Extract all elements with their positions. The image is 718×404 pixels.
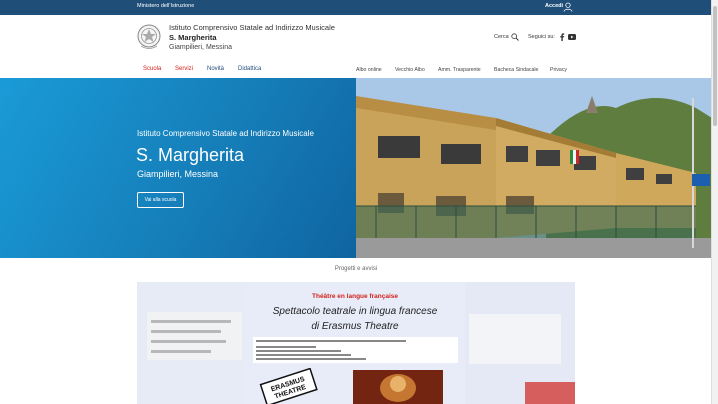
main-navigation: Scuola Servizi Novità Didattica Albo onl… <box>0 63 712 79</box>
site-header: Istituto Comprensivo Statale ad Indirizz… <box>0 15 712 63</box>
info-text-line <box>256 354 351 356</box>
facebook-icon[interactable] <box>559 33 565 41</box>
projects-section-title: Progetti e avvisi <box>334 266 378 272</box>
hero-city: Giampilieri, Messina <box>137 169 219 179</box>
search-label[interactable]: Cerca <box>494 34 509 40</box>
nav-item-didattica[interactable]: Didattica <box>238 66 261 72</box>
nav-item-novita[interactable]: Novità <box>207 66 224 72</box>
info-text-line <box>256 358 366 360</box>
projects-carousel-card[interactable]: Théâtre en langue française Spettacolo t… <box>137 282 575 404</box>
page-scrollbar[interactable] <box>711 0 718 404</box>
poster-title: Théâtre en langue française <box>312 293 398 300</box>
nav-link-albo-online[interactable]: Albo online <box>356 67 382 73</box>
follow-us-label: Seguici su: <box>528 34 555 40</box>
nav-item-scuola[interactable]: Scuola <box>143 66 161 72</box>
hero-school-name: S. Margherita <box>136 145 245 165</box>
top-bar: Ministero dell'Istruzione Accedi <box>0 0 712 15</box>
theatre-event-poster[interactable]: Théâtre en langue française Spettacolo t… <box>245 282 465 404</box>
info-text-line <box>256 346 316 348</box>
school-photo-image <box>356 78 712 258</box>
school-name[interactable]: S. Margherita <box>169 33 217 42</box>
user-icon[interactable] <box>563 2 573 12</box>
play-poster-image <box>353 370 443 404</box>
login-link[interactable]: Accedi <box>545 3 563 9</box>
go-to-school-button[interactable]: Vai alla scuola <box>137 192 184 208</box>
school-building-photo <box>356 78 712 258</box>
search-icon[interactable] <box>511 33 519 41</box>
hero-banner: Istituto Comprensivo Statale ad Indirizz… <box>0 78 712 258</box>
nav-item-label: Novità <box>207 66 225 72</box>
poster-info-box <box>253 337 458 363</box>
blurred-poster-left <box>137 282 245 404</box>
nav-link-bacheca-sindacale[interactable]: Bacheca Sindacale <box>494 67 538 73</box>
poster-subheadline: di Erasmus Theatre <box>311 321 399 332</box>
hero-text-panel: Istituto Comprensivo Statale ad Indirizz… <box>0 78 356 258</box>
hero-subtitle: Istituto Comprensivo Statale ad Indirizz… <box>137 129 314 138</box>
nav-item-label: Servizi <box>175 66 194 72</box>
scrollbar-thumb[interactable] <box>713 6 717 126</box>
school-location: Giampilieri, Messina <box>169 44 233 51</box>
youtube-icon[interactable] <box>568 34 576 40</box>
nav-link-vecchio-albo[interactable]: Vecchio Albo <box>395 67 425 73</box>
blurred-poster-right <box>465 282 575 404</box>
ministry-link[interactable]: Ministero dell'Istruzione <box>137 3 194 9</box>
republic-emblem-logo[interactable] <box>137 23 161 51</box>
info-text-line <box>256 340 406 342</box>
poster-headline: Spettacolo teatrale in lingua francese <box>272 306 438 317</box>
nav-item-servizi[interactable]: Servizi <box>175 66 193 72</box>
nav-link-amm-trasparente[interactable]: Amm. Trasparente <box>438 67 481 73</box>
nav-item-label: Didattica <box>238 66 262 72</box>
nav-link-privacy[interactable]: Privacy <box>550 67 567 73</box>
nav-item-label: Scuola <box>143 66 162 72</box>
school-type: Istituto Comprensivo Statale ad Indirizz… <box>169 23 335 32</box>
info-text-line <box>256 350 341 352</box>
erasmus-theatre-logo: ERASMUS THEATRE <box>259 368 318 404</box>
